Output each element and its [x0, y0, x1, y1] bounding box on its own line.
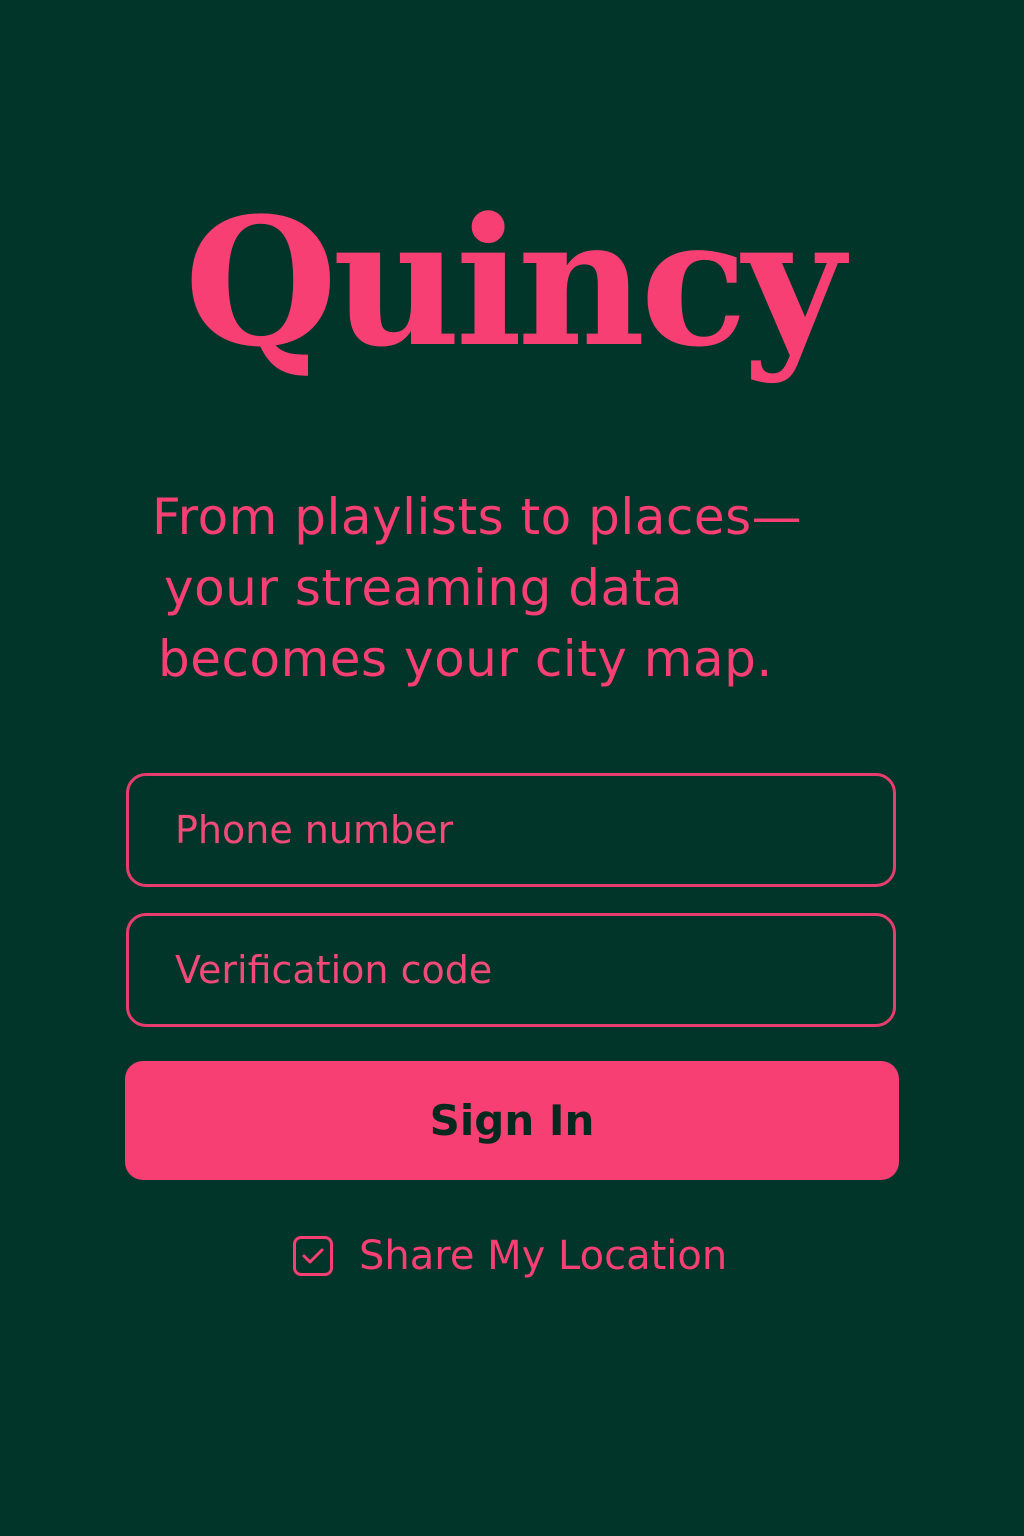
- checkmark-icon: [302, 1248, 324, 1264]
- share-location-checkbox[interactable]: Share My Location: [293, 1228, 727, 1284]
- share-location-label: Share My Location: [359, 1233, 728, 1279]
- tagline-line-3: becomes your city map.: [158, 630, 773, 688]
- tagline-line-2: your streaming data: [164, 559, 683, 617]
- verification-code-input[interactable]: [126, 913, 896, 1027]
- phone-number-input[interactable]: [126, 773, 896, 887]
- sign-in-button[interactable]: Sign In: [125, 1061, 899, 1180]
- app-logo: Quincy: [184, 179, 845, 386]
- tagline-line-1: From playlists to places—: [152, 488, 803, 546]
- tagline: From playlists to places— your streaming…: [152, 482, 912, 695]
- checkbox-checked-icon[interactable]: [293, 1236, 333, 1276]
